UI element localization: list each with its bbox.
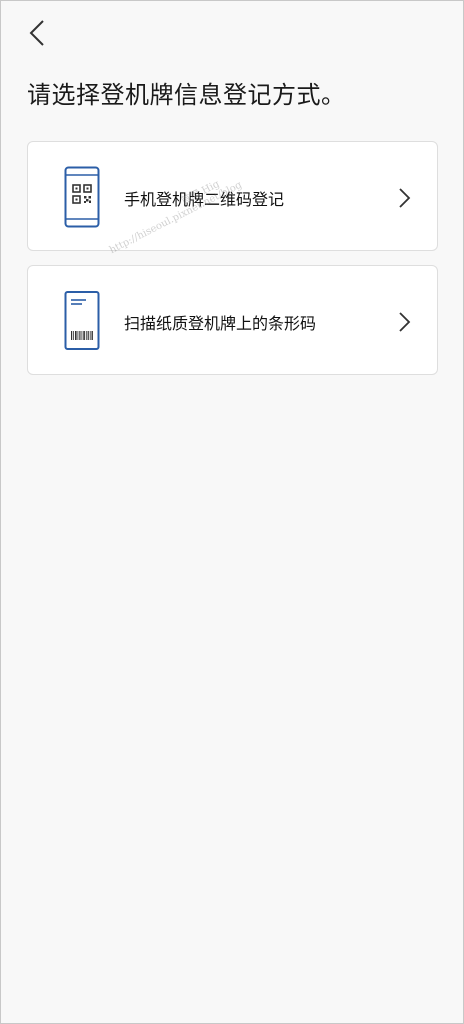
back-button[interactable] xyxy=(21,15,57,51)
chevron-right-icon xyxy=(399,312,411,332)
page-title: 请选择登机牌信息登记方式。 xyxy=(27,81,346,109)
option-paper-barcode-label: 扫描纸质登机牌上的条形码 xyxy=(124,314,317,333)
chevron-left-icon xyxy=(29,20,44,46)
option-paper-barcode-card[interactable]: 扫描纸质登机牌上的条形码 xyxy=(27,265,438,375)
option-phone-qr-card[interactable]: 手机登机牌二维码登记 xyxy=(27,141,438,251)
app-screen: 请选择登机牌信息登记方式。 手机登机牌二维码登记 扫描纸质登机牌上的条形码 首爾… xyxy=(0,0,464,1024)
phone-qr-code-icon xyxy=(64,166,100,228)
chevron-right-icon xyxy=(399,188,411,208)
paper-boarding-pass-barcode-icon xyxy=(64,291,100,350)
option-phone-qr-label: 手机登机牌二维码登记 xyxy=(124,190,285,209)
